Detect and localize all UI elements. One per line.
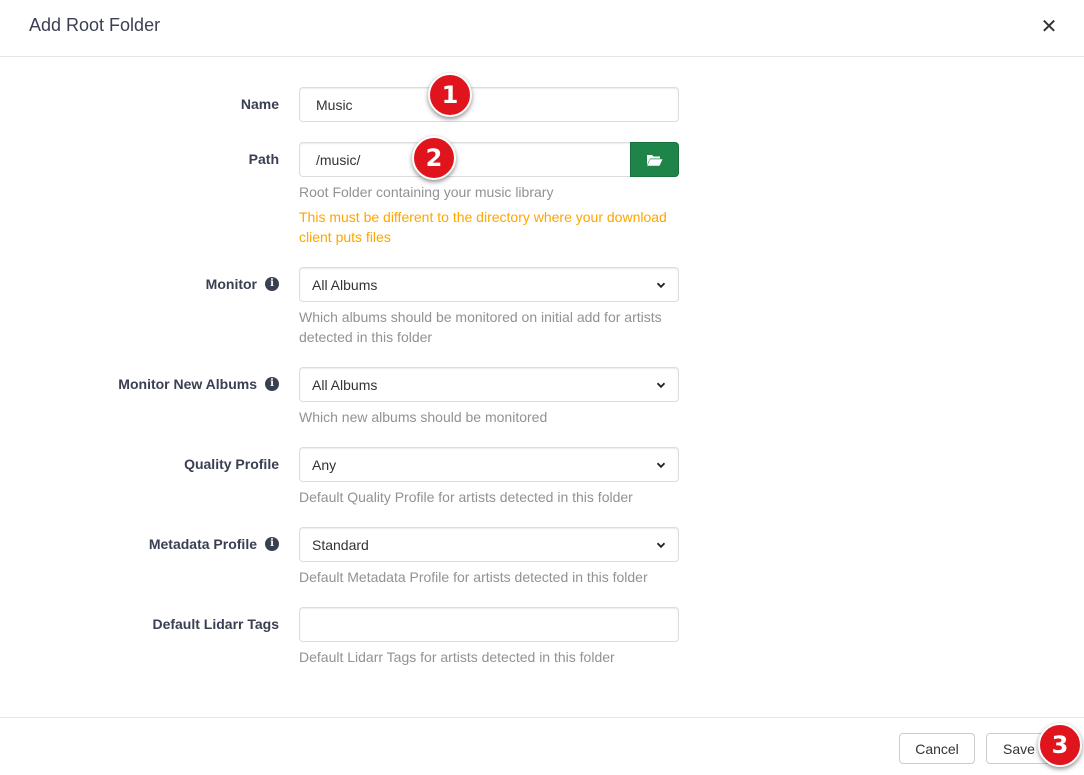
modal-title: Add Root Folder	[29, 15, 161, 35]
tags-help-text: Default Lidarr Tags for artists detected…	[299, 649, 615, 665]
folder-open-icon	[647, 154, 663, 166]
chevron-down-icon	[656, 462, 666, 468]
path-help-text: Root Folder containing your music librar…	[299, 184, 554, 200]
tags-input[interactable]	[299, 607, 679, 642]
quality-profile-label: Quality Profile	[184, 456, 279, 472]
chevron-down-icon	[656, 382, 666, 388]
monitor-help-text: Which albums should be monitored on init…	[299, 309, 662, 345]
monitor-new-albums-select[interactable]: All Albums	[299, 367, 679, 402]
step-badge-3: 3	[1038, 723, 1082, 767]
modal-header: Add Root Folder ✕	[0, 0, 1084, 57]
cancel-button[interactable]: Cancel	[899, 733, 975, 764]
info-icon[interactable]: i	[265, 537, 279, 551]
name-label: Name	[240, 96, 279, 112]
step-badge-1: 1	[428, 73, 472, 117]
monitor-new-albums-help-text: Which new albums should be monitored	[299, 409, 548, 425]
tags-label: Default Lidarr Tags	[152, 616, 279, 632]
chevron-down-icon	[656, 542, 666, 548]
info-icon[interactable]: i	[265, 277, 279, 291]
metadata-profile-select[interactable]: Standard	[299, 527, 679, 562]
info-icon[interactable]: i	[265, 377, 279, 391]
quality-profile-select[interactable]: Any	[299, 447, 679, 482]
quality-profile-help-text: Default Quality Profile for artists dete…	[299, 489, 633, 505]
chevron-down-icon	[656, 282, 666, 288]
name-input[interactable]: Music	[299, 87, 679, 122]
metadata-profile-help-text: Default Metadata Profile for artists det…	[299, 569, 648, 585]
metadata-profile-label: Metadata Profile i	[19, 534, 279, 554]
browse-folder-button[interactable]	[630, 142, 679, 177]
path-input[interactable]: /music/	[299, 142, 631, 177]
step-badge-2: 2	[412, 136, 456, 180]
path-label: Path	[248, 151, 279, 167]
monitor-label: Monitor i	[19, 274, 279, 294]
monitor-select[interactable]: All Albums	[299, 267, 679, 302]
monitor-new-albums-label: Monitor New Albums i	[19, 374, 279, 394]
path-warning-text: This must be different to the directory …	[299, 209, 667, 245]
close-icon[interactable]: ✕	[1036, 13, 1062, 39]
